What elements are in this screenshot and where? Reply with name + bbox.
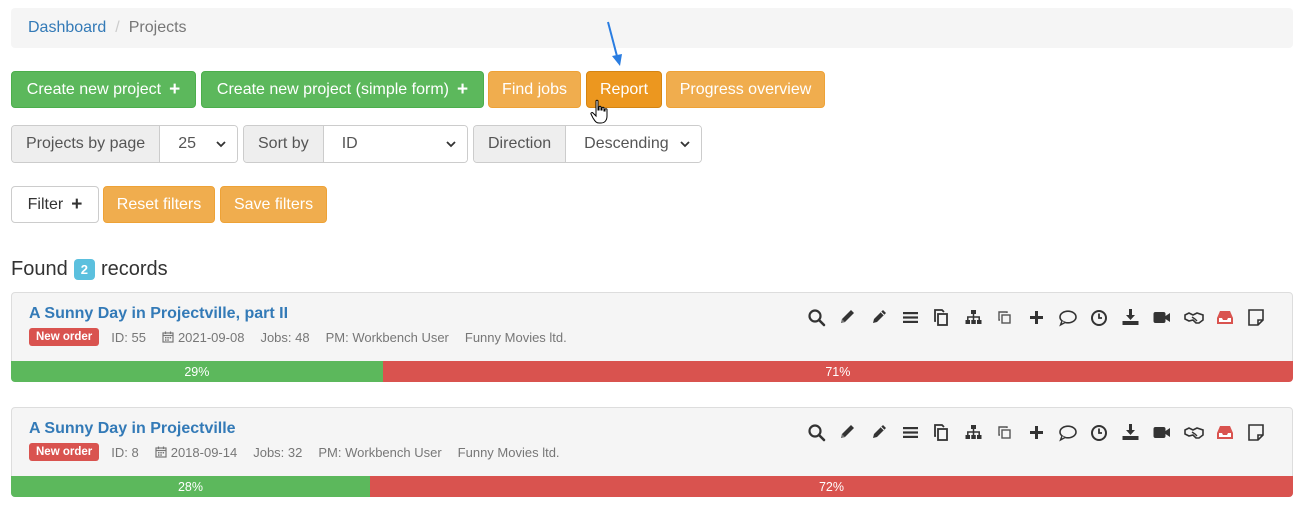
- direction-label: Direction: [474, 126, 567, 162]
- pointer-arrow-icon: [607, 21, 622, 66]
- plus-icon: +: [169, 79, 181, 100]
- plus-icon[interactable]: [1021, 306, 1052, 328]
- pencil-icon[interactable]: [833, 306, 864, 328]
- copy-icon[interactable]: [927, 306, 958, 328]
- sitemap-icon[interactable]: [958, 306, 989, 328]
- project-client: Funny Movies ltd.: [464, 329, 567, 345]
- search-icon[interactable]: [801, 306, 832, 328]
- search-icon[interactable]: [801, 421, 832, 443]
- progress-done-bar: 29%: [11, 361, 383, 382]
- sort-by-select[interactable]: ID: [323, 126, 467, 162]
- pencil-alt-icon[interactable]: [864, 306, 895, 328]
- project-date-text: 2018-09-14: [170, 444, 238, 460]
- chevron-down-icon: [216, 141, 226, 148]
- plus-icon: +: [71, 194, 83, 215]
- project-date: 2018-09-14: [155, 444, 238, 460]
- project-meta: New order ID: 55 2021-09-08 Jobs: 48 PM:…: [29, 328, 583, 346]
- breadcrumb-separator: /: [115, 19, 120, 36]
- sitemap-icon[interactable]: [958, 421, 989, 443]
- chevron-down-icon: [446, 141, 456, 148]
- download-icon[interactable]: [1115, 421, 1146, 443]
- project-id: ID: 8: [111, 444, 139, 460]
- hand-cursor-icon: [590, 99, 608, 124]
- create-new-project-simple-button[interactable]: Create new project (simple form) +: [201, 71, 484, 108]
- create-new-project-simple-label: Create new project (simple form): [216, 80, 449, 98]
- reset-filters-button[interactable]: Reset filters: [103, 186, 215, 223]
- records-suffix: records: [100, 258, 168, 280]
- clone-icon[interactable]: [989, 306, 1020, 328]
- project-title-link[interactable]: A Sunny Day in Projectville: [29, 420, 236, 438]
- project-card: A Sunny Day in Projectville, part II New…: [11, 292, 1293, 382]
- video-icon[interactable]: [1146, 421, 1177, 443]
- breadcrumb-dashboard-link[interactable]: Dashboard: [28, 19, 106, 37]
- sticky-note-icon[interactable]: [1241, 306, 1272, 328]
- filter-label: Filter: [27, 195, 64, 213]
- progress-remaining-bar: 72%: [369, 476, 1293, 497]
- progress-remaining-bar: 71%: [382, 361, 1293, 382]
- save-filters-button[interactable]: Save filters: [220, 186, 327, 223]
- clock-icon[interactable]: [1084, 421, 1115, 443]
- comment-icon[interactable]: [1052, 421, 1083, 443]
- direction-select[interactable]: Descending: [566, 126, 701, 162]
- project-id: ID: 55: [111, 329, 146, 345]
- direction-group: Direction Descending: [473, 125, 702, 163]
- project-date-text: 2021-09-08: [177, 329, 245, 345]
- list-icon[interactable]: [895, 306, 926, 328]
- results-count-badge: 2: [73, 259, 95, 280]
- inbox-icon[interactable]: [1209, 306, 1240, 328]
- project-pm: PM: Workbench User: [318, 444, 442, 460]
- project-pm: PM: Workbench User: [325, 329, 449, 345]
- download-icon[interactable]: [1115, 306, 1146, 328]
- copy-icon[interactable]: [927, 421, 958, 443]
- list-icon[interactable]: [895, 421, 926, 443]
- projects-by-page-group: Projects by page 25: [11, 125, 238, 163]
- direction-value: Descending: [584, 135, 669, 152]
- project-card: A Sunny Day in Projectville New order ID…: [11, 407, 1293, 497]
- filter-button[interactable]: Filter +: [11, 186, 99, 223]
- pencil-alt-icon[interactable]: [864, 421, 895, 443]
- create-new-project-button[interactable]: Create new project +: [11, 71, 196, 108]
- sticky-note-icon[interactable]: [1241, 421, 1272, 443]
- found-prefix: Found: [11, 258, 68, 280]
- results-summary: Found 2 records: [11, 258, 168, 281]
- project-meta: New order ID: 8 2018-09-14 Jobs: 32 PM: …: [29, 443, 576, 461]
- sort-by-label: Sort by: [244, 126, 324, 162]
- project-date: 2021-09-08: [162, 329, 245, 345]
- handshake-icon[interactable]: [1178, 421, 1209, 443]
- create-new-project-label: Create new project: [26, 80, 162, 98]
- sort-by-value: ID: [341, 135, 358, 152]
- breadcrumb: Dashboard / Projects: [11, 8, 1293, 48]
- video-icon[interactable]: [1146, 306, 1177, 328]
- progress-overview-button[interactable]: Progress overview: [666, 71, 825, 108]
- sort-by-group: Sort by ID: [243, 125, 468, 163]
- plus-icon[interactable]: [1021, 421, 1052, 443]
- calendar-icon: [155, 446, 167, 458]
- project-jobs: Jobs: 48: [260, 329, 310, 345]
- status-badge: New order: [29, 328, 100, 346]
- find-jobs-button[interactable]: Find jobs: [488, 71, 581, 108]
- project-title-link[interactable]: A Sunny Day in Projectville, part II: [29, 305, 288, 323]
- projects-by-page-value: 25: [178, 135, 196, 152]
- project-progress: 28% 72%: [11, 476, 1293, 497]
- pencil-icon[interactable]: [833, 421, 864, 443]
- project-actions: [801, 421, 1272, 443]
- project-jobs: Jobs: 32: [253, 444, 303, 460]
- project-actions: [801, 306, 1272, 328]
- inbox-icon[interactable]: [1209, 421, 1240, 443]
- clone-icon[interactable]: [989, 421, 1020, 443]
- chevron-down-icon: [680, 141, 690, 148]
- status-badge: New order: [29, 443, 100, 461]
- clock-icon[interactable]: [1084, 306, 1115, 328]
- project-client: Funny Movies ltd.: [457, 444, 560, 460]
- project-progress: 29% 71%: [11, 361, 1293, 382]
- projects-by-page-select[interactable]: 25: [160, 126, 237, 162]
- handshake-icon[interactable]: [1178, 306, 1209, 328]
- projects-by-page-label: Projects by page: [12, 126, 161, 162]
- breadcrumb-current: Projects: [128, 19, 187, 36]
- calendar-icon: [162, 331, 174, 343]
- comment-icon[interactable]: [1052, 306, 1083, 328]
- plus-icon: +: [456, 79, 469, 100]
- progress-done-bar: 28%: [11, 476, 370, 497]
